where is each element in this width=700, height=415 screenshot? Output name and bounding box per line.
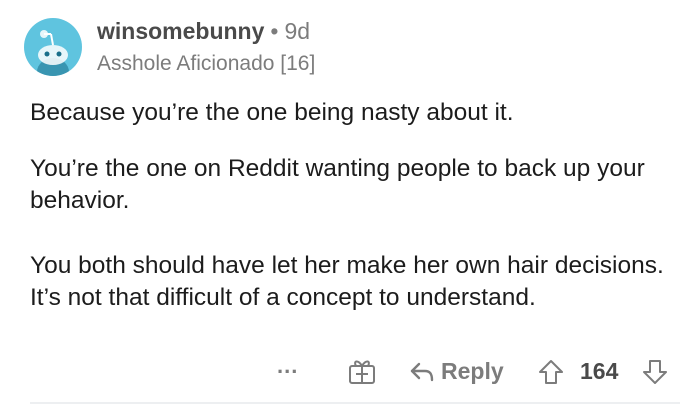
avatar[interactable] xyxy=(24,18,82,76)
thread-divider xyxy=(30,402,680,404)
comment-age: 9d xyxy=(284,18,311,44)
more-options-button[interactable]: ... xyxy=(277,353,298,379)
reply-button[interactable]: Reply xyxy=(409,358,504,385)
snoo-icon xyxy=(37,30,69,76)
username-link[interactable]: winsomebunny xyxy=(97,18,264,44)
comment-paragraph-3: You both should have let her make her ow… xyxy=(30,252,664,311)
meta-separator: • xyxy=(270,18,279,44)
upvote-arrow-icon[interactable] xyxy=(537,358,565,391)
vote-score: 164 xyxy=(580,358,619,384)
comment-paragraph-2: You’re the one on Reddit wanting people … xyxy=(30,155,645,214)
gift-award-icon[interactable] xyxy=(347,357,377,390)
comment-header: winsomebunny • 9d xyxy=(97,18,310,45)
reply-label: Reply xyxy=(441,358,504,384)
downvote-arrow-icon[interactable] xyxy=(641,358,669,391)
user-flair: Asshole Aficionado [16] xyxy=(97,52,316,75)
reply-arrow-icon xyxy=(410,362,434,382)
comment-paragraph-1: Because you’re the one being nasty about… xyxy=(30,99,514,126)
comment-actions: ... Reply 164 xyxy=(0,353,700,393)
